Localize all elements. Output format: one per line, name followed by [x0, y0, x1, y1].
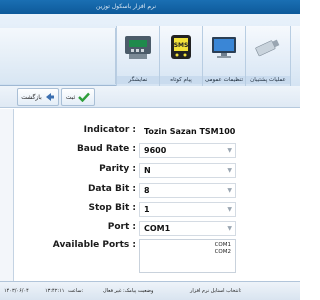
ribbon-display-button[interactable]: نمایشگر — [116, 26, 159, 86]
parity-label: Parity : — [99, 164, 136, 174]
chevron-down-icon: ▼ — [227, 187, 232, 194]
stop-bit-value: 1 — [144, 205, 150, 214]
status-date: ۱۴۰۳/۰۶/۰۴ — [4, 288, 29, 294]
available-ports-label: Available Ports : — [52, 240, 136, 250]
scale-display-icon — [125, 36, 151, 59]
svg-text:SMS: SMS — [174, 42, 189, 49]
ribbon: نمایشگر SMS پیام کوتاه تنظیمات عمومی عمل… — [0, 14, 300, 86]
save-label: ثبت — [65, 93, 76, 101]
available-ports-list[interactable]: COM1 COM2 — [139, 239, 236, 273]
port-label: Port : — [107, 222, 136, 232]
chevron-down-icon: ▼ — [227, 206, 232, 213]
baud-rate-select[interactable]: 9600 ▼ — [139, 143, 236, 158]
back-button[interactable]: بازگشت — [17, 88, 59, 106]
chevron-down-icon: ▼ — [227, 225, 232, 232]
indicator-label: Indicator : — [83, 125, 136, 135]
window-title: نرم افزار باسکول توزین — [96, 3, 157, 10]
status-bar: ۱۴۰۳/۰۶/۰۴ ساعت: ۱۳:۴۲:۱۱ وضعیت پیامک: غ… — [0, 281, 300, 300]
monitor-icon — [212, 37, 236, 58]
ribbon-sms-button[interactable]: SMS پیام کوتاه — [159, 26, 202, 86]
ribbon-settings-button[interactable]: تنظیمات عمومی — [202, 26, 245, 86]
save-button[interactable]: ثبت — [61, 88, 95, 106]
indicator-value: Tozin Sazan TSM100 — [139, 124, 236, 139]
ribbon-display-label: نمایشگر — [117, 76, 159, 84]
data-bit-value: 8 — [144, 186, 150, 195]
port-select[interactable]: COM1 ▼ — [139, 221, 236, 236]
ribbon-empty-area — [0, 28, 116, 84]
list-item[interactable]: COM1 — [144, 242, 231, 249]
chevron-down-icon: ▼ — [227, 167, 232, 174]
ribbon-backup-label: عملیات پشتیبان — [246, 76, 290, 84]
stop-bit-select[interactable]: 1 ▼ — [139, 202, 236, 217]
usb-drive-icon — [255, 39, 280, 57]
data-bit-label: Data Bit : — [87, 184, 136, 194]
checkmark-icon — [78, 92, 91, 102]
ribbon-settings-label: تنظیمات عمومی — [203, 76, 245, 84]
status-sms: وضعیت پیامک: غیر فعال — [103, 288, 154, 294]
parity-select[interactable]: N ▼ — [139, 163, 236, 178]
port-value: COM1 — [144, 224, 171, 233]
list-item[interactable]: COM2 — [144, 249, 231, 256]
ribbon-backup-button[interactable]: عملیات پشتیبان — [245, 26, 290, 86]
sms-phone-icon: SMS — [171, 35, 191, 59]
baud-rate-label: Baud Rate : — [76, 144, 136, 154]
status-time: ۱۳:۴۲:۱۱ — [45, 288, 65, 294]
back-arrow-icon — [45, 93, 54, 101]
ribbon-overflow-button[interactable] — [290, 26, 300, 86]
data-bit-select[interactable]: 8 ▼ — [139, 183, 236, 198]
chevron-down-icon: ▼ — [227, 147, 232, 154]
indicator-settings-form: Indicator : Tozin Sazan TSM100 Baud Rate… — [14, 109, 300, 281]
parity-value: N — [144, 166, 151, 175]
baud-rate-value: 9600 — [144, 146, 167, 155]
toolbar: بازگشت ثبت — [0, 86, 300, 108]
status-time-label: ساعت: — [68, 288, 84, 294]
left-pane — [0, 109, 14, 281]
ribbon-sms-label: پیام کوتاه — [160, 76, 202, 84]
back-label: بازگشت — [21, 93, 42, 101]
status-style-select[interactable]: انتخاب استایل نرم افزار: — [190, 288, 242, 294]
stop-bit-label: Stop Bit : — [88, 203, 136, 213]
title-bar: نرم افزار باسکول توزین — [0, 0, 300, 14]
